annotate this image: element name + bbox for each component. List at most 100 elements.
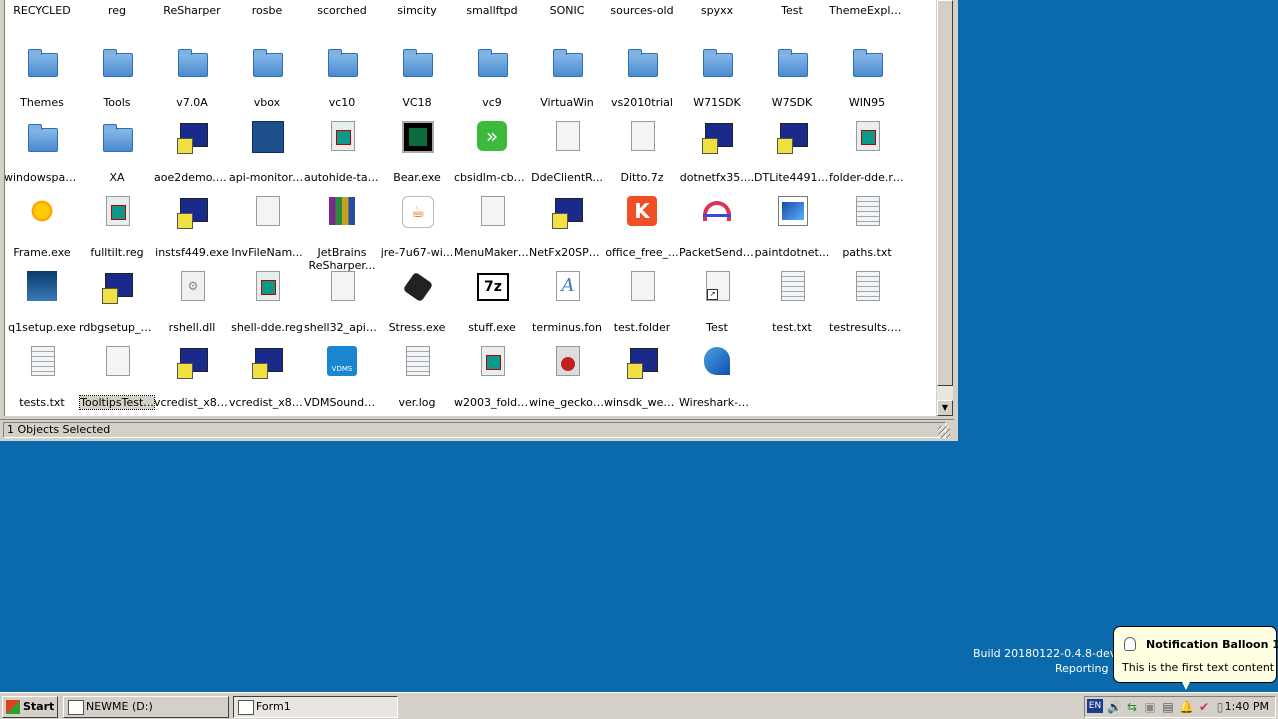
file-item[interactable]: InvFileNam... bbox=[229, 192, 305, 259]
scrollbar-thumb[interactable] bbox=[937, 0, 953, 386]
file-item[interactable]: TooltipsTest... bbox=[79, 342, 155, 410]
notification-balloon[interactable]: Notification Balloon 1 This is the first… bbox=[1113, 626, 1278, 690]
vertical-scrollbar[interactable]: ▼ bbox=[936, 0, 953, 416]
file-item[interactable]: W71SDK bbox=[679, 42, 755, 109]
file-item-label[interactable]: sources-old bbox=[604, 4, 680, 17]
file-item[interactable]: shell32_apite... bbox=[304, 267, 380, 334]
checkmark-icon[interactable]: ✔ bbox=[1197, 700, 1211, 714]
file-item-label[interactable]: spyxx bbox=[679, 4, 755, 17]
doc-lines-icon bbox=[776, 270, 808, 302]
file-item[interactable]: v7.0A bbox=[154, 42, 230, 109]
file-item[interactable]: vcredist_x86... bbox=[154, 342, 230, 409]
file-item[interactable]: WIN95 bbox=[829, 42, 905, 109]
file-item-label[interactable]: SONIC bbox=[529, 4, 605, 17]
file-item[interactable]: paintdotnet... bbox=[754, 192, 830, 259]
file-item[interactable]: vcredist_x86... bbox=[229, 342, 305, 409]
file-item[interactable]: JetBrains ReSharper... bbox=[304, 192, 380, 272]
paint-icon bbox=[776, 195, 808, 227]
file-item-label[interactable]: rosbe bbox=[229, 4, 305, 17]
file-item[interactable]: winsdk_web... bbox=[604, 342, 680, 409]
system-tray: EN 🔊 ⇆ ▣ ▤ 🔔 ✔ ▯ 1:40 PM bbox=[1084, 696, 1276, 718]
file-item[interactable]: PacketSende... bbox=[679, 192, 755, 259]
display-icon[interactable]: ▤ bbox=[1161, 700, 1175, 714]
file-item[interactable]: instsf449.exe bbox=[154, 192, 230, 259]
file-item[interactable]: Stress.exe bbox=[379, 267, 455, 334]
file-item[interactable]: windowspag... bbox=[5, 117, 80, 184]
file-item[interactable]: Themes bbox=[5, 42, 80, 109]
file-item-label: winsdk_web... bbox=[604, 396, 680, 409]
file-item[interactable]: autohide-tas... bbox=[304, 117, 380, 184]
file-item[interactable]: w2003_folde... bbox=[454, 342, 530, 409]
file-item[interactable]: dotnetfx35.... bbox=[679, 117, 755, 184]
resize-grip-icon[interactable] bbox=[938, 426, 950, 438]
file-item-label[interactable]: smallftpd bbox=[454, 4, 530, 17]
start-button[interactable]: Start bbox=[2, 696, 58, 718]
file-item-label[interactable]: simcity bbox=[379, 4, 455, 17]
doc-lines-icon bbox=[26, 345, 58, 377]
file-item[interactable]: vbox bbox=[229, 42, 305, 109]
file-item[interactable]: rdbgsetup_x... bbox=[79, 267, 155, 334]
file-item-label: q1setup.exe bbox=[8, 321, 76, 334]
file-item[interactable]: fulltilt.reg bbox=[79, 192, 155, 259]
file-item-label[interactable]: reg bbox=[79, 4, 155, 17]
file-item[interactable]: Aterminus.fon bbox=[529, 267, 605, 334]
file-item-label[interactable]: Test bbox=[754, 4, 830, 17]
language-indicator[interactable]: EN bbox=[1087, 699, 1103, 713]
file-item[interactable]: 7z stuff.exe bbox=[454, 267, 530, 334]
file-item[interactable]: DdeClientR... bbox=[529, 117, 605, 184]
file-list-pane[interactable]: RECYCLED reg ReSharper rosbe scorched simcity… bbox=[4, 0, 936, 416]
file-item-label: vbox bbox=[253, 96, 281, 109]
file-item[interactable]: DTLite4491-... bbox=[754, 117, 830, 184]
file-item[interactable]: wine_gecko-... bbox=[529, 342, 605, 409]
file-item-label[interactable]: scorched bbox=[304, 4, 380, 17]
taskbar-button-newme[interactable]: NEWME (D:) bbox=[63, 696, 229, 718]
file-item[interactable]: api-monitor-... bbox=[229, 117, 305, 184]
tray-app-icon[interactable]: ▣ bbox=[1143, 700, 1157, 714]
file-item-label[interactable]: RECYCLED bbox=[5, 4, 80, 17]
file-item[interactable]: Wireshark-w... bbox=[679, 342, 755, 409]
file-item[interactable]: test.txt bbox=[754, 267, 830, 334]
network-icon[interactable]: ⇆ bbox=[1125, 700, 1139, 714]
file-item-label[interactable]: ThemeExplor... bbox=[829, 4, 905, 17]
scroll-down-arrow-icon[interactable]: ▼ bbox=[937, 400, 953, 416]
file-item[interactable]: q1setup.exe bbox=[5, 267, 80, 334]
file-item[interactable]: folder-dde.reg bbox=[829, 117, 905, 184]
file-item[interactable]: vc10 bbox=[304, 42, 380, 109]
file-item[interactable]: XA bbox=[79, 117, 155, 184]
explorer-window: RECYCLED reg ReSharper rosbe scorched simcity… bbox=[0, 0, 958, 441]
bell-icon[interactable]: 🔔 bbox=[1179, 700, 1194, 714]
file-item[interactable]: testresults.txt bbox=[829, 267, 905, 334]
taskbar-button-form1[interactable]: Form1 bbox=[233, 696, 398, 718]
file-item[interactable]: paths.txt bbox=[829, 192, 905, 259]
file-item-label[interactable]: ReSharper bbox=[154, 4, 230, 17]
file-item[interactable]: Ditto.7z bbox=[604, 117, 680, 184]
file-item[interactable]: NetFx20SP2... bbox=[529, 192, 605, 259]
file-item[interactable]: VDMS VDMSound2.... bbox=[304, 342, 380, 409]
folder-icon bbox=[476, 45, 508, 77]
file-item[interactable]: tests.txt bbox=[5, 342, 80, 409]
blue-app-icon bbox=[251, 120, 284, 153]
file-item[interactable]: VC18 bbox=[379, 42, 455, 109]
file-item[interactable]: MenuMaker2... bbox=[454, 192, 530, 259]
volume-icon[interactable]: 🔊 bbox=[1107, 700, 1122, 714]
file-item[interactable]: W7SDK bbox=[754, 42, 830, 109]
file-item-label: windowspag... bbox=[4, 171, 80, 184]
clock[interactable]: 1:40 PM bbox=[1225, 697, 1269, 717]
file-item[interactable]: test.folder bbox=[604, 267, 680, 334]
file-item[interactable]: vs2010trial bbox=[604, 42, 680, 109]
file-item[interactable]: » cbsidlm-cbsi... bbox=[454, 117, 530, 184]
file-item[interactable]: Koffice_free_... bbox=[604, 192, 680, 259]
file-item[interactable]: ⚙ rshell.dll bbox=[154, 267, 230, 334]
sun-icon bbox=[26, 195, 58, 227]
file-item[interactable]: aoe2demo.exe bbox=[154, 117, 230, 184]
file-item[interactable]: ver.log bbox=[379, 342, 455, 409]
file-item[interactable]: Frame.exe bbox=[5, 192, 80, 259]
file-item[interactable]: Test bbox=[679, 267, 755, 334]
file-item[interactable]: ☕ jre-7u67-wi... bbox=[379, 192, 455, 259]
file-item[interactable]: Tools bbox=[79, 42, 155, 109]
file-item[interactable]: shell-dde.reg bbox=[229, 267, 305, 334]
folder-icon bbox=[326, 45, 358, 77]
file-item[interactable]: Bear.exe bbox=[379, 117, 455, 184]
file-item[interactable]: vc9 bbox=[454, 42, 530, 109]
file-item[interactable]: VirtuaWin bbox=[529, 42, 605, 109]
